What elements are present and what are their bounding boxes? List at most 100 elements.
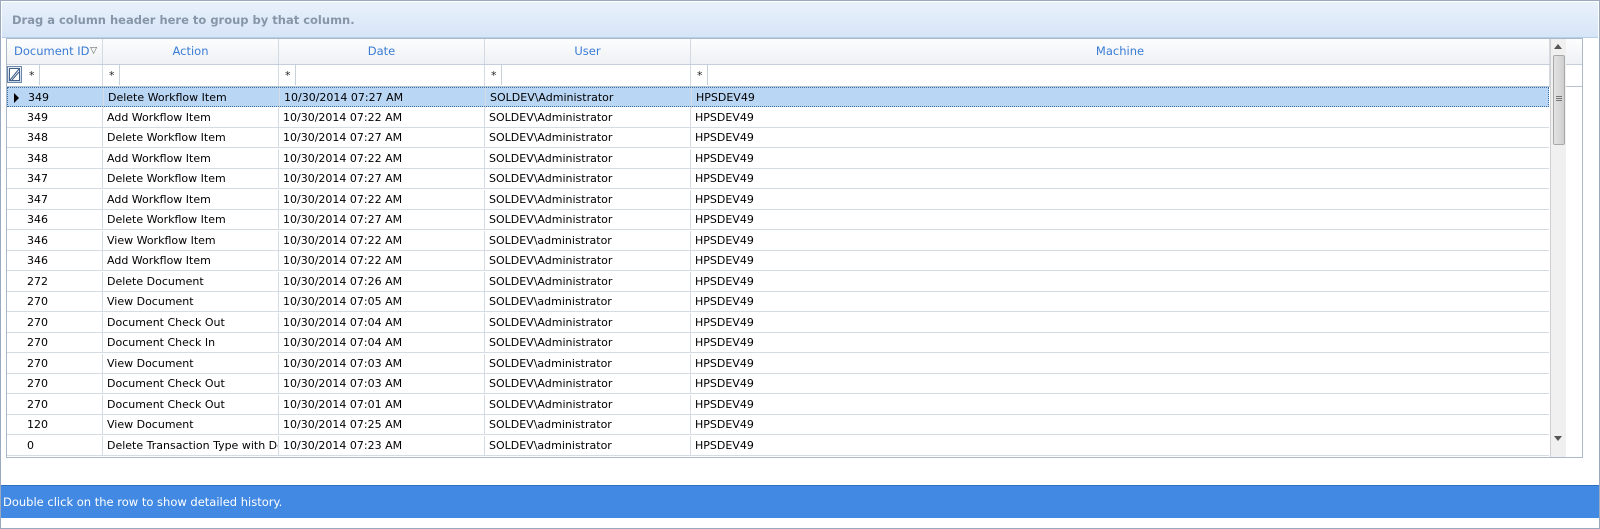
- cell-date[interactable]: 10/30/2014 07:01 AM: [279, 394, 485, 415]
- cell-machine[interactable]: HPSDEV49: [691, 436, 1549, 456]
- cell-document-id[interactable]: 270: [23, 333, 103, 353]
- cell-date[interactable]: 10/30/2014 07:22 AM: [279, 148, 485, 169]
- cell-date[interactable]: 10/30/2014 07:27 AM: [279, 210, 485, 230]
- cell-action[interactable]: Delete Transaction Type with Doc: [103, 435, 279, 456]
- cell-date[interactable]: 10/30/2014 07:05 AM: [279, 292, 485, 312]
- row-indicator[interactable]: [7, 292, 23, 312]
- table-row[interactable]: 270 Document Check Out 10/30/2014 07:04 AM…: [7, 312, 1549, 333]
- cell-machine[interactable]: HPSDEV49: [691, 292, 1549, 312]
- row-indicator[interactable]: [7, 231, 23, 251]
- cell-date[interactable]: 10/30/2014 07:04 AM: [279, 312, 485, 333]
- row-indicator[interactable]: [7, 313, 23, 333]
- filter-editor-icon[interactable]: [7, 66, 22, 83]
- table-row[interactable]: 347 Add Workflow Item 10/30/2014 07:22 AM S…: [7, 189, 1549, 210]
- cell-document-id[interactable]: 270: [23, 292, 103, 312]
- table-row[interactable]: 120 View Document 10/30/2014 07:25 AM SOLDE…: [7, 415, 1549, 435]
- cell-user[interactable]: SOLDEV\Administrator: [485, 394, 691, 415]
- cell-document-id[interactable]: 270: [23, 374, 103, 394]
- cell-date[interactable]: 10/30/2014 07:22 AM: [279, 251, 485, 271]
- cell-date[interactable]: 10/30/2014 07:22 AM: [279, 189, 485, 210]
- table-row[interactable]: 348 Delete Workflow Item 10/30/2014 07:27 …: [7, 128, 1549, 148]
- row-indicator[interactable]: [7, 169, 23, 189]
- scroll-thumb[interactable]: [1553, 55, 1565, 145]
- cell-user[interactable]: SOLDEV\Administrator: [485, 271, 691, 292]
- row-indicator[interactable]: [7, 415, 23, 435]
- cell-date[interactable]: 10/30/2014 07:03 AM: [279, 353, 485, 374]
- cell-user[interactable]: SOLDEV\Administrator: [485, 189, 691, 210]
- cell-action[interactable]: Document Check Out: [103, 394, 279, 415]
- cell-machine[interactable]: HPSDEV49: [691, 210, 1549, 230]
- cell-user[interactable]: SOLDEV\Administrator: [485, 169, 691, 189]
- cell-action[interactable]: Add Workflow Item: [103, 148, 279, 169]
- cell-machine[interactable]: HPSDEV49: [691, 374, 1549, 394]
- cell-machine[interactable]: HPSDEV49: [691, 149, 1549, 169]
- table-row[interactable]: 346 View Workflow Item 10/30/2014 07:22 AM…: [7, 230, 1549, 251]
- table-row[interactable]: 349 Add Workflow Item 10/30/2014 07:22 AM S…: [7, 107, 1549, 128]
- row-indicator[interactable]: [7, 395, 23, 415]
- cell-machine[interactable]: HPSDEV49: [691, 128, 1549, 148]
- filter-user[interactable]: *: [485, 65, 691, 86]
- row-indicator[interactable]: [7, 190, 23, 210]
- cell-date[interactable]: 10/30/2014 07:26 AM: [279, 271, 485, 292]
- table-row[interactable]: 270 Document Check Out 10/30/2014 07:01 AM…: [7, 394, 1549, 415]
- filter-document-id[interactable]: *: [23, 65, 103, 86]
- cell-user[interactable]: SOLDEV\Administrator: [485, 128, 691, 148]
- cell-user[interactable]: SOLDEV\Administrator: [485, 374, 691, 394]
- cell-date[interactable]: 10/30/2014 07:27 AM: [279, 128, 485, 148]
- cell-document-id[interactable]: 348: [23, 128, 103, 148]
- cell-document-id[interactable]: 0: [23, 435, 103, 456]
- cell-document-id[interactable]: 120: [23, 415, 103, 435]
- cell-date[interactable]: 10/30/2014 07:04 AM: [279, 333, 485, 353]
- cell-machine[interactable]: HPSDEV49: [691, 251, 1549, 271]
- cell-date[interactable]: 10/30/2014 07:27 AM: [279, 169, 485, 189]
- cell-machine[interactable]: HPSDEV49: [691, 354, 1549, 374]
- cell-machine[interactable]: HPSDEV49: [691, 333, 1549, 353]
- cell-date[interactable]: 10/30/2014 07:22 AM: [279, 107, 485, 128]
- column-header-date[interactable]: Date: [279, 39, 485, 64]
- row-indicator[interactable]: [7, 333, 23, 353]
- cell-action[interactable]: View Workflow Item: [103, 230, 279, 251]
- table-row[interactable]: 346 Delete Workflow Item 10/30/2014 07:27 …: [7, 210, 1549, 230]
- table-row[interactable]: 346 Add Workflow Item 10/30/2014 07:22 AM S…: [7, 251, 1549, 271]
- cell-action[interactable]: Document Check Out: [103, 374, 279, 394]
- table-row[interactable]: 272 Delete Document 10/30/2014 07:26 AM SOL…: [7, 271, 1549, 292]
- cell-action[interactable]: Add Workflow Item: [103, 107, 279, 128]
- cell-action[interactable]: Delete Workflow Item: [104, 88, 280, 108]
- row-indicator[interactable]: [7, 251, 23, 271]
- column-header-document-id[interactable]: Document ID ▽: [7, 39, 103, 64]
- cell-user[interactable]: SOLDEV\administrator: [485, 292, 691, 312]
- cell-machine[interactable]: HPSDEV49: [691, 169, 1549, 189]
- table-row[interactable]: 270 View Document 10/30/2014 07:03 AM SOLDE…: [7, 353, 1549, 374]
- cell-machine[interactable]: HPSDEV49: [691, 231, 1549, 251]
- scroll-up-button[interactable]: [1551, 39, 1566, 54]
- cell-date[interactable]: 10/30/2014 07:23 AM: [279, 435, 485, 456]
- history-grid[interactable]: Document ID ▽ Action Date User Machine *…: [6, 38, 1583, 458]
- cell-user[interactable]: SOLDEV\Administrator: [486, 88, 692, 108]
- vertical-scrollbar[interactable]: [1550, 39, 1566, 457]
- table-row[interactable]: 348 Add Workflow Item 10/30/2014 07:22 AM S…: [7, 148, 1549, 169]
- table-row[interactable]: 270 Document Check Out 10/30/2014 07:03 AM…: [7, 374, 1549, 394]
- row-indicator[interactable]: [7, 272, 23, 292]
- table-row[interactable]: 270 Document Check In 10/30/2014 07:04 AM S…: [7, 333, 1549, 353]
- cell-document-id[interactable]: 346: [23, 230, 103, 251]
- cell-document-id[interactable]: 346: [23, 210, 103, 230]
- table-row[interactable]: 347 Delete Workflow Item 10/30/2014 07:27 …: [7, 169, 1549, 189]
- cell-document-id[interactable]: 347: [23, 189, 103, 210]
- row-indicator[interactable]: [7, 354, 23, 374]
- cell-action[interactable]: Add Workflow Item: [103, 189, 279, 210]
- column-header-user[interactable]: User: [485, 39, 691, 64]
- cell-user[interactable]: SOLDEV\administrator: [485, 230, 691, 251]
- cell-machine[interactable]: HPSDEV49: [691, 415, 1549, 435]
- cell-user[interactable]: SOLDEV\administrator: [485, 353, 691, 374]
- cell-action[interactable]: Document Check Out: [103, 312, 279, 333]
- cell-date[interactable]: 10/30/2014 07:27 AM: [280, 88, 486, 108]
- cell-document-id[interactable]: 346: [23, 251, 103, 271]
- cell-date[interactable]: 10/30/2014 07:22 AM: [279, 230, 485, 251]
- row-indicator[interactable]: [7, 374, 23, 394]
- cell-date[interactable]: 10/30/2014 07:25 AM: [279, 415, 485, 435]
- cell-user[interactable]: SOLDEV\Administrator: [485, 210, 691, 230]
- cell-user[interactable]: SOLDEV\Administrator: [485, 312, 691, 333]
- row-indicator[interactable]: [7, 436, 23, 456]
- cell-date[interactable]: 10/30/2014 07:03 AM: [279, 374, 485, 394]
- cell-document-id[interactable]: 270: [23, 394, 103, 415]
